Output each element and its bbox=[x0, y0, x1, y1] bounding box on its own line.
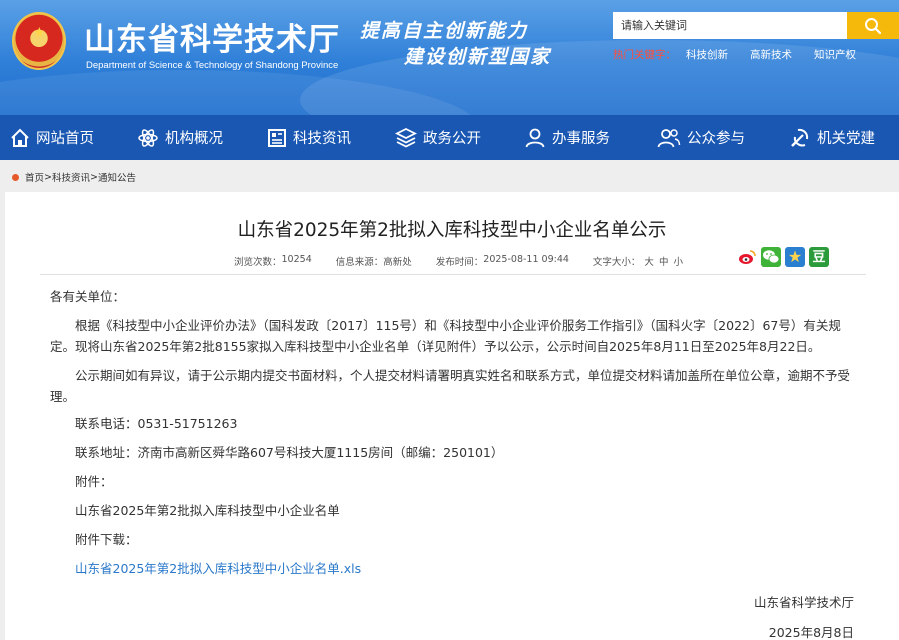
hot-keyword-link[interactable]: 高新技术 bbox=[750, 47, 792, 62]
source-label: 信息来源： bbox=[335, 257, 384, 268]
search-input[interactable] bbox=[613, 12, 847, 39]
nav-item-label: 机关党建 bbox=[817, 131, 875, 147]
breadcrumb-news[interactable]: 科技资讯 bbox=[52, 170, 90, 184]
hot-keywords: 热门关键字： 科技创新 高新技术 知识产权 bbox=[613, 47, 878, 62]
nav-item-participation[interactable]: 公众参与 bbox=[657, 115, 745, 160]
layers-icon bbox=[395, 127, 417, 148]
search-button[interactable] bbox=[847, 12, 899, 39]
national-emblem-logo[interactable]: ★ bbox=[12, 12, 66, 70]
nav-item-news[interactable]: 科技资讯 bbox=[267, 115, 351, 160]
search-box bbox=[613, 12, 899, 39]
wechat-icon[interactable] bbox=[761, 247, 781, 267]
date-label: 发布时间： bbox=[435, 257, 484, 268]
signature-date: 2025年8月8日 bbox=[768, 625, 854, 640]
hot-keyword-link[interactable]: 知识产权 bbox=[814, 47, 856, 62]
user-icon bbox=[525, 128, 545, 147]
hot-keyword-link[interactable]: 科技创新 bbox=[686, 47, 728, 62]
paragraph-2: 公示期间如有异议，请于公示期内提交书面材料，个人提交材料请署明真实姓名和联系方式… bbox=[50, 368, 851, 404]
nav-item-party[interactable]: 机关党建 bbox=[789, 115, 875, 160]
fontsize-label: 文字大小： bbox=[592, 257, 641, 268]
article-meta: 浏览次数： 10254 信息来源： 高新处 发布时间： 2025-08-11 0… bbox=[234, 254, 683, 268]
views-count: 10254 bbox=[281, 254, 312, 265]
people-icon bbox=[657, 128, 681, 147]
nav-item-services[interactable]: 办事服务 bbox=[524, 115, 610, 160]
home-icon bbox=[11, 128, 29, 147]
nav-item-label: 网站首页 bbox=[36, 131, 94, 147]
weibo-icon[interactable] bbox=[737, 247, 757, 267]
atom-icon bbox=[138, 128, 158, 147]
download-label: 附件下载： bbox=[75, 532, 138, 547]
star-icon[interactable]: ★ bbox=[785, 247, 805, 267]
title-divider bbox=[40, 274, 866, 275]
publish-date: 2025-08-11 09:44 bbox=[483, 254, 569, 265]
site-subtitle: Department of Science & Technology of Sh… bbox=[86, 60, 339, 71]
signature-org: 山东省科学技术厅 bbox=[753, 595, 854, 610]
paragraph-1: 根据《科技型中小企业评价办法》（国科发政〔2017〕115号）和《科技型中小企业… bbox=[50, 318, 841, 354]
nav-item-label: 政务公开 bbox=[423, 131, 481, 147]
source-value: 高新处 bbox=[383, 257, 412, 268]
contact-address: 联系地址：济南市高新区舜华路607号科技大厦1115房间（邮编：250101） bbox=[75, 445, 504, 460]
nav-item-home[interactable]: 网站首页 bbox=[10, 115, 94, 160]
breadcrumb-separator: > bbox=[90, 171, 98, 183]
nav-item-label: 科技资讯 bbox=[293, 131, 351, 147]
main-nav: 网站首页 机构概况 科技资讯 政务公开 办事服务 公众参与 机关党建 bbox=[0, 115, 899, 160]
views-label: 浏览次数： bbox=[234, 257, 282, 268]
breadcrumb: 首页 > 科技资讯 > 通知公告 bbox=[12, 170, 136, 184]
breadcrumb-home[interactable]: 首页 bbox=[25, 170, 44, 184]
attachment-name: 山东省2025年第2批拟入库科技型中小企业名单 bbox=[75, 503, 340, 518]
fontsize-large[interactable]: 大 bbox=[644, 254, 654, 268]
news-icon bbox=[268, 128, 286, 147]
breadcrumb-separator: > bbox=[44, 171, 52, 183]
site-header: ★ 山东省科学技术厅 Department of Science & Techn… bbox=[0, 0, 899, 115]
douban-icon[interactable]: 豆 bbox=[809, 247, 829, 267]
party-icon bbox=[791, 128, 809, 147]
location-dot-icon bbox=[12, 173, 19, 181]
nav-item-overview[interactable]: 机构概况 bbox=[137, 115, 223, 160]
article-title: 山东省2025年第2批拟入库科技型中小企业名单公示 bbox=[237, 220, 667, 241]
fontsize-medium[interactable]: 中 bbox=[659, 254, 669, 268]
hot-keywords-label: 热门关键字： bbox=[613, 49, 676, 61]
attachment-label: 附件： bbox=[75, 474, 113, 489]
nav-item-label: 公众参与 bbox=[687, 131, 745, 147]
contact-phone: 联系电话：0531-51751263 bbox=[75, 416, 238, 431]
star-icon: ★ bbox=[33, 25, 46, 41]
salutation: 各有关单位： bbox=[50, 289, 126, 304]
nav-item-label: 办事服务 bbox=[552, 131, 610, 147]
fontsize-small[interactable]: 小 bbox=[673, 254, 683, 268]
breadcrumb-notices[interactable]: 通知公告 bbox=[98, 170, 136, 184]
attachment-download-link[interactable]: 山东省2025年第2批拟入库科技型中小企业名单.xls bbox=[75, 559, 361, 579]
nav-item-label: 机构概况 bbox=[165, 131, 223, 147]
article-panel: 山东省2025年第2批拟入库科技型中小企业名单公示 浏览次数： 10254 信息… bbox=[5, 192, 899, 640]
slogan-line1: 提高自主创新能力 bbox=[360, 20, 529, 42]
search-icon bbox=[865, 17, 882, 34]
share-buttons: ★ 豆 bbox=[737, 247, 829, 267]
site-title[interactable]: 山东省科学技术厅 bbox=[84, 14, 340, 59]
nav-item-gov-affairs[interactable]: 政务公开 bbox=[395, 115, 481, 160]
slogan-line2: 建设创新型国家 bbox=[404, 46, 552, 68]
